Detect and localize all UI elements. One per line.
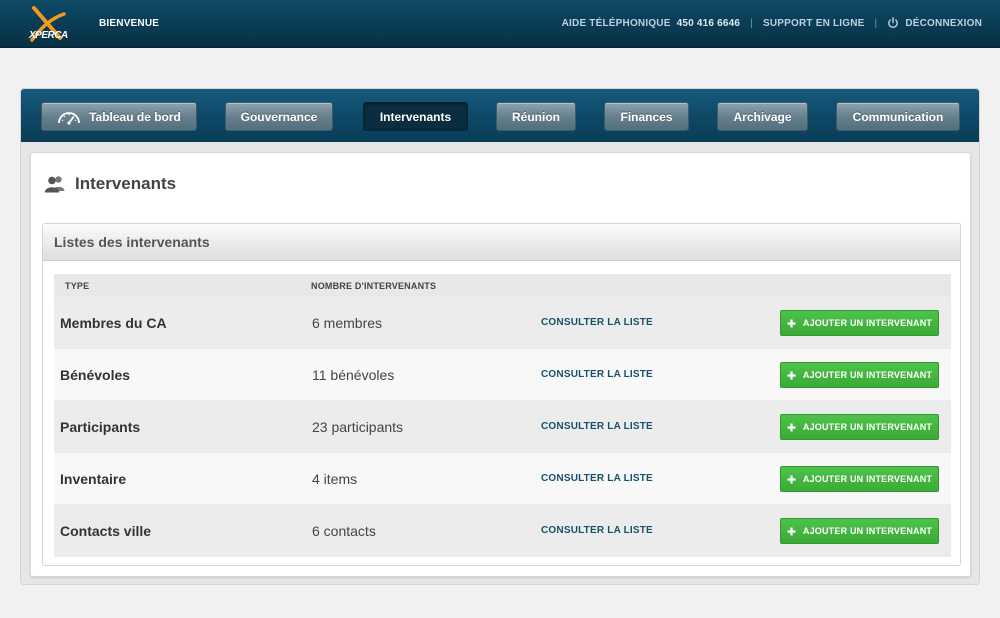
nav-communication[interactable]: Communication <box>836 102 960 131</box>
row-type: Contacts ville <box>60 523 152 539</box>
nav-label: Tableau de bord <box>89 109 181 124</box>
page-title: Intervenants <box>44 174 176 194</box>
add-intervenant-button[interactable]: AJOUTER UN INTERVENANT <box>780 414 939 440</box>
consult-list-link[interactable]: CONSULTER LA LISTE <box>541 349 653 401</box>
consult-list-link[interactable]: CONSULTER LA LISTE <box>541 505 653 557</box>
intervenants-list-box: Listes des intervenants TYPE NOMBRE D'IN… <box>42 223 961 566</box>
consult-list-link[interactable]: CONSULTER LA LISTE <box>541 297 653 349</box>
nav-intervenants[interactable]: Intervenants <box>363 102 468 131</box>
add-intervenant-button[interactable]: AJOUTER UN INTERVENANT <box>780 518 939 544</box>
nav-label: Intervenants <box>379 109 452 124</box>
row-type: Bénévoles <box>60 367 131 383</box>
plus-icon <box>787 527 796 535</box>
plus-icon <box>787 423 796 431</box>
row-count: 23 participants <box>312 419 404 435</box>
nav-archivage[interactable]: Archivage <box>717 102 808 131</box>
main-nav: Tableau de bord Gouvernance Intervenants… <box>21 89 979 142</box>
nav-label: Réunion <box>512 109 560 124</box>
logo-text: XPERCA <box>29 30 68 41</box>
intervenants-table: TYPE NOMBRE D'INTERVENANTS Membres du CA… <box>54 274 951 557</box>
power-icon <box>888 17 899 29</box>
top-bar: XPERCA BIENVENUE AIDE TÉLÉPHONIQUE 450 4… <box>0 0 1000 48</box>
table-row: Inventaire 4 items CONSULTER LA LISTE AJ… <box>54 453 951 505</box>
add-button-label: AJOUTER UN INTERVENANT <box>802 370 933 380</box>
add-button-label: AJOUTER UN INTERVENANT <box>802 526 933 536</box>
row-type: Inventaire <box>60 471 127 487</box>
welcome-text: BIENVENUE <box>99 18 160 29</box>
list-header: Listes des intervenants <box>43 224 960 261</box>
users-icon <box>44 176 65 193</box>
add-intervenant-button[interactable]: AJOUTER UN INTERVENANT <box>780 466 939 492</box>
nav-label: Gouvernance <box>240 109 318 124</box>
table-row: Bénévoles 11 bénévoles CONSULTER LA LIST… <box>54 349 951 401</box>
phone-number: 450 416 6646 <box>676 17 741 29</box>
nav-gouvernance[interactable]: Gouvernance <box>225 102 333 131</box>
top-right-links: AIDE TÉLÉPHONIQUE 450 416 6646 | SUPPORT… <box>562 17 982 29</box>
nav-reunion[interactable]: Réunion <box>496 102 576 131</box>
column-header-count: NOMBRE D'INTERVENANTS <box>311 280 437 291</box>
content-panel: Intervenants Listes des intervenants TYP… <box>30 152 971 577</box>
separator: | <box>874 17 878 29</box>
page-title-text: Intervenants <box>75 174 177 193</box>
nav-label: Finances <box>620 109 673 124</box>
add-button-label: AJOUTER UN INTERVENANT <box>802 318 933 328</box>
table-row: Contacts ville 6 contacts CONSULTER LA L… <box>54 505 951 557</box>
table-row: Membres du CA 6 membres CONSULTER LA LIS… <box>54 297 951 349</box>
separator: | <box>750 17 753 29</box>
row-type: Membres du CA <box>60 315 167 331</box>
plus-icon <box>787 319 796 327</box>
consult-list-link[interactable]: CONSULTER LA LISTE <box>541 453 653 505</box>
column-header-type: TYPE <box>65 280 90 291</box>
consult-list-link[interactable]: CONSULTER LA LISTE <box>541 401 653 453</box>
table-body: Membres du CA 6 membres CONSULTER LA LIS… <box>54 297 951 557</box>
row-count: 6 contacts <box>312 523 376 539</box>
plus-icon <box>787 371 796 379</box>
nav-finances[interactable]: Finances <box>604 102 689 131</box>
table-row: Participants 23 participants CONSULTER L… <box>54 401 951 453</box>
phone-help-label: AIDE TÉLÉPHONIQUE <box>561 17 671 29</box>
row-count: 4 items <box>312 471 358 487</box>
gauge-icon <box>58 111 80 125</box>
main-container: Tableau de bord Gouvernance Intervenants… <box>20 88 980 585</box>
add-intervenant-button[interactable]: AJOUTER UN INTERVENANT <box>780 310 939 336</box>
table-header: TYPE NOMBRE D'INTERVENANTS <box>54 274 951 297</box>
nav-label: Archivage <box>733 109 792 124</box>
add-button-label: AJOUTER UN INTERVENANT <box>802 474 933 484</box>
support-link[interactable]: SUPPORT EN LIGNE <box>763 18 865 29</box>
nav-label: Communication <box>852 109 944 124</box>
row-count: 6 membres <box>312 315 383 331</box>
logout-link[interactable]: DÉCONNEXION <box>887 17 982 29</box>
row-type: Participants <box>60 419 141 435</box>
add-button-label: AJOUTER UN INTERVENANT <box>802 422 933 432</box>
list-title: Listes des intervenants <box>54 234 210 250</box>
plus-icon <box>787 475 796 483</box>
xperca-logo[interactable]: XPERCA <box>20 4 76 44</box>
nav-tableau-de-bord[interactable]: Tableau de bord <box>41 102 197 131</box>
row-count: 11 bénévoles <box>312 367 395 383</box>
add-intervenant-button[interactable]: AJOUTER UN INTERVENANT <box>780 362 939 388</box>
logout-label: DÉCONNEXION <box>905 17 982 29</box>
